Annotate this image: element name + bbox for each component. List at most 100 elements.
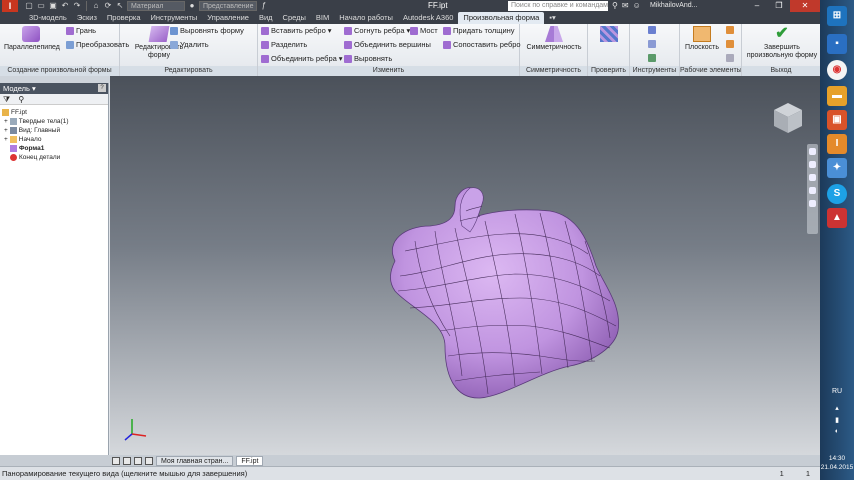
- subdivide-button[interactable]: Разделить: [261, 40, 307, 50]
- tab-inspect[interactable]: Проверка: [102, 12, 146, 24]
- tree-item-origin[interactable]: + Начало: [2, 135, 108, 144]
- freeform-body[interactable]: [110, 76, 820, 455]
- align-button[interactable]: Выровнять: [344, 54, 392, 64]
- tab-view[interactable]: Вид: [254, 12, 278, 24]
- match-edge-button[interactable]: Сопоставить ребро: [443, 40, 521, 50]
- tree-item-form[interactable]: Форма1: [2, 144, 108, 153]
- redo-icon[interactable]: ↷: [72, 1, 82, 11]
- skype-icon[interactable]: S: [827, 184, 847, 204]
- appearance-select[interactable]: Представление: [199, 1, 257, 11]
- minimize-button[interactable]: –: [746, 0, 768, 12]
- doc-tab-home[interactable]: Моя главная стран...: [156, 455, 234, 466]
- warning-icon[interactable]: ▲: [827, 208, 847, 228]
- tab-a360[interactable]: Autodesk A360: [398, 12, 458, 24]
- tab-3d-model[interactable]: 3D-модель: [24, 12, 72, 24]
- tree-item-end-of-part[interactable]: Конец детали: [2, 153, 108, 162]
- update-icon[interactable]: ⟳: [103, 1, 113, 11]
- tool2-button[interactable]: [648, 40, 656, 48]
- open-icon[interactable]: ▭: [36, 1, 46, 11]
- tab-extra-icon[interactable]: ▪▾: [544, 12, 560, 24]
- filter-icon[interactable]: ⧩: [3, 95, 10, 104]
- tab-tools[interactable]: Инструменты: [146, 12, 203, 24]
- axis-button[interactable]: [726, 26, 734, 34]
- align-form-button[interactable]: Выровнять форму: [170, 26, 244, 36]
- pan-icon[interactable]: [809, 161, 816, 168]
- tab-environments[interactable]: Среды: [278, 12, 311, 24]
- viewcube[interactable]: [766, 98, 806, 138]
- zoom-icon[interactable]: [809, 174, 816, 181]
- network-icon[interactable]: ✦: [827, 158, 847, 178]
- orbit-icon[interactable]: [809, 187, 816, 194]
- inventor-icon[interactable]: I: [827, 134, 847, 154]
- insert-edge-button[interactable]: Вставить ребро ▾: [261, 26, 332, 36]
- delete-button[interactable]: Удалить: [170, 40, 209, 50]
- steering-wheel-icon[interactable]: [809, 148, 816, 155]
- plane-button[interactable]: Плоскость: [682, 26, 722, 52]
- check-button[interactable]: [598, 26, 620, 44]
- tool1-button[interactable]: [648, 26, 656, 34]
- expand-icon[interactable]: +: [4, 117, 8, 126]
- expand-icon[interactable]: +: [4, 126, 8, 135]
- tool3-button[interactable]: [648, 54, 656, 62]
- arrange-icon[interactable]: [134, 456, 142, 465]
- tab-bim[interactable]: BIM: [311, 12, 334, 24]
- tray-network-icon[interactable]: ▮: [820, 416, 854, 424]
- close-button[interactable]: ✕: [790, 0, 820, 12]
- tree-item-view[interactable]: + Вид: Главный: [2, 126, 108, 135]
- tree-item-part[interactable]: FF.ipt: [2, 108, 108, 117]
- windows-start-icon[interactable]: ⊞: [827, 6, 847, 26]
- new-icon[interactable]: ▢: [24, 1, 34, 11]
- merge-vertices-button[interactable]: Объединить вершины: [344, 40, 431, 50]
- chrome-icon[interactable]: ◉: [827, 60, 847, 80]
- bridge-button[interactable]: Мост: [410, 26, 438, 36]
- expand-icon[interactable]: +: [4, 135, 8, 144]
- user-name[interactable]: MikhailovAnd...: [650, 0, 697, 12]
- taskbar-clock[interactable]: 14:30 21.04.2015: [820, 454, 854, 472]
- save-icon[interactable]: ▣: [48, 1, 58, 11]
- home-icon[interactable]: ⌂: [91, 1, 101, 11]
- graphics-viewport[interactable]: [110, 76, 820, 455]
- tray-flag-icon[interactable]: ▴: [820, 404, 854, 412]
- fx-icon[interactable]: ƒ: [259, 1, 269, 11]
- tab-sketch[interactable]: Эскиз: [72, 12, 102, 24]
- point-button[interactable]: [726, 40, 734, 48]
- dropdown-arrow-icon[interactable]: ▾: [328, 26, 332, 36]
- user-icon[interactable]: ☺: [633, 0, 641, 12]
- floppy-icon[interactable]: ▪: [827, 34, 847, 54]
- find-icon[interactable]: ⚲: [18, 95, 24, 104]
- merge-edges-button[interactable]: Объединить ребра ▾: [261, 54, 343, 64]
- app-icon[interactable]: ▣: [827, 110, 847, 130]
- tab-freeform[interactable]: Произвольная форма: [458, 12, 545, 24]
- communication-icon[interactable]: ✉: [622, 0, 629, 12]
- folder-icon[interactable]: ▬: [827, 86, 847, 106]
- subdivide-icon: [261, 41, 269, 49]
- tab-get-started[interactable]: Начало работы: [334, 12, 398, 24]
- select-icon[interactable]: ↖: [115, 1, 125, 11]
- inventor-logo[interactable]: I: [2, 0, 18, 12]
- box-button[interactable]: Параллелепипед: [4, 26, 60, 52]
- language-indicator[interactable]: RU: [820, 388, 854, 395]
- help-search-input[interactable]: Поиск по справке и командам: [508, 1, 608, 11]
- tray-volume-icon[interactable]: ◐: [820, 428, 854, 435]
- binoculars-icon[interactable]: ⚲: [612, 0, 618, 12]
- dropdown-arrow-icon[interactable]: ▾: [339, 54, 343, 64]
- browser-help-icon[interactable]: ?: [98, 84, 106, 92]
- finish-freeform-button[interactable]: ✔ Завершить произвольную форму: [744, 26, 820, 60]
- look-at-icon[interactable]: [809, 200, 816, 207]
- ucs-button[interactable]: [726, 54, 734, 62]
- list-icon[interactable]: [145, 456, 153, 465]
- tile-icon[interactable]: [112, 456, 120, 465]
- tab-manage[interactable]: Управление: [202, 12, 254, 24]
- doc-tab-ff[interactable]: FF.ipt: [236, 455, 264, 466]
- restore-button[interactable]: ❐: [768, 0, 790, 12]
- material-select[interactable]: Материал: [127, 1, 185, 11]
- tree-item-solids[interactable]: + Твердые тела(1): [2, 117, 108, 126]
- symmetry-button[interactable]: Симметричность: [522, 26, 586, 52]
- face-button[interactable]: Грань: [66, 26, 96, 36]
- crease-edges-button[interactable]: Согнуть ребра ▾: [344, 26, 410, 36]
- undo-icon[interactable]: ↶: [60, 1, 70, 11]
- color-icon[interactable]: ●: [187, 1, 197, 11]
- browser-header[interactable]: Модель ▾ ?: [0, 83, 108, 94]
- cascade-icon[interactable]: [123, 456, 131, 465]
- thicken-button[interactable]: Придать толщину: [443, 26, 515, 36]
